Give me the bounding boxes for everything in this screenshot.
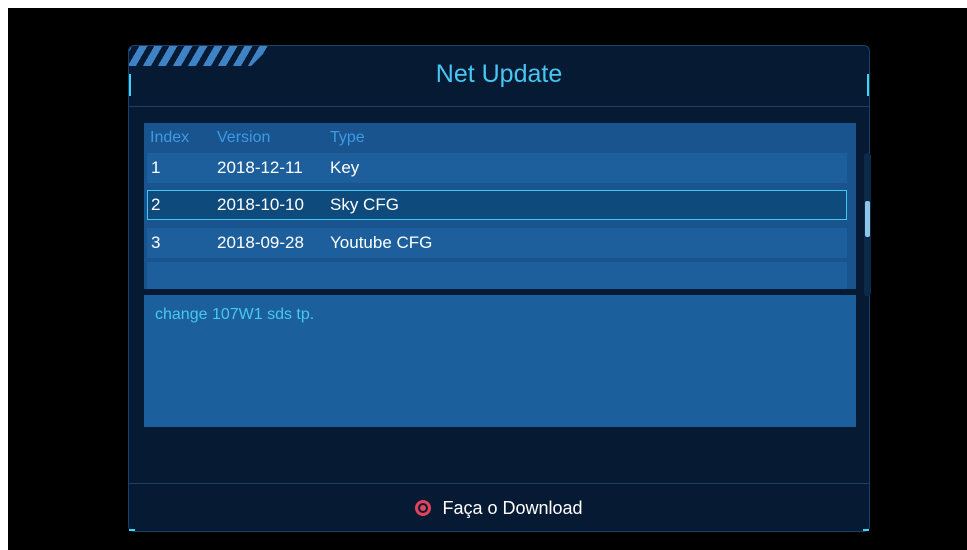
list-scrollbar[interactable] <box>864 153 871 296</box>
table-row-selected[interactable]: 2 2018-10-10 Sky CFG <box>147 190 847 220</box>
title-divider <box>129 106 869 107</box>
row-type: Youtube CFG <box>330 233 433 252</box>
row-index: 1 <box>151 158 161 177</box>
table-row[interactable]: 3 2018-09-28 Youtube CFG <box>147 228 847 258</box>
update-description: change 107W1 sds tp. <box>155 306 315 323</box>
update-list: Index Version Type 1 2018-12-11 Key 2 20… <box>144 123 856 289</box>
footer-hint: Faça o Download <box>129 484 869 532</box>
scrollbar-thumb[interactable] <box>865 201 870 237</box>
page-title: Net Update <box>435 60 563 88</box>
table-row[interactable]: 1 2018-12-11 Key <box>147 153 847 183</box>
row-version: 2018-10-10 <box>217 195 304 214</box>
column-header-version: Version <box>217 129 271 146</box>
column-header-type: Type <box>330 129 365 146</box>
table-row-empty <box>147 262 847 289</box>
row-index: 3 <box>151 233 161 252</box>
row-index: 2 <box>151 195 161 214</box>
row-version: 2018-09-28 <box>217 233 304 252</box>
row-type: Sky CFG <box>330 195 399 214</box>
tv-screen: Net Update Index Version Type 1 2018-12-… <box>8 8 967 550</box>
column-header-index: Index <box>150 129 190 146</box>
download-hint-label: Faça o Download <box>442 497 583 518</box>
ok-button-icon <box>415 500 432 516</box>
net-update-dialog: Net Update Index Version Type 1 2018-12-… <box>128 45 871 532</box>
row-type: Key <box>330 158 360 177</box>
row-version: 2018-12-11 <box>217 158 303 177</box>
update-description-panel: change 107W1 sds tp. <box>144 295 856 427</box>
